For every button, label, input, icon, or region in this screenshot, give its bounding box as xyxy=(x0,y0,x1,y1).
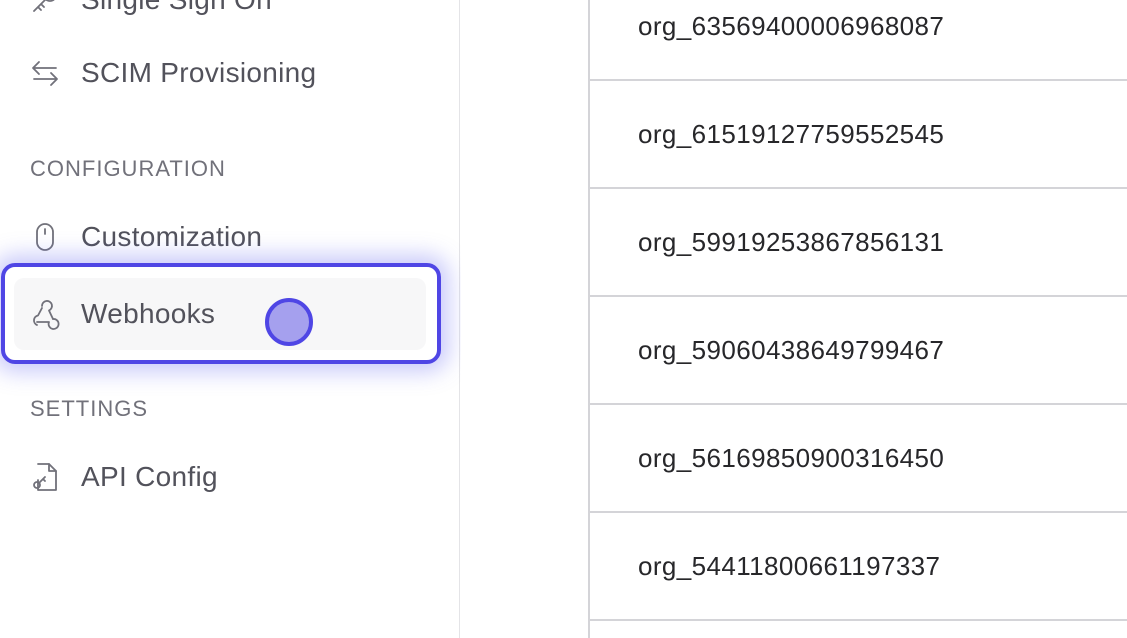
sidebar-item-scim-provisioning[interactable]: SCIM Provisioning xyxy=(14,37,426,109)
sidebar-item-label: Webhooks xyxy=(81,298,216,329)
table-gutter xyxy=(461,0,588,638)
org-id-cell: org_59060438649799467 xyxy=(638,334,945,365)
section-label-settings: SETTINGS xyxy=(30,396,149,421)
sidebar-item-single-sign-on[interactable]: Single Sign On xyxy=(14,0,426,36)
sidebar-item-webhooks[interactable]: Webhooks xyxy=(14,278,426,350)
org-id-cell: org_54411800661197337 xyxy=(638,550,941,581)
sidebar-item-label: Single Sign On xyxy=(81,0,272,16)
table-row[interactable]: org_59060438649799467 xyxy=(590,297,1127,405)
sidebar-item-label: API Config xyxy=(81,461,218,492)
cursor-indicator xyxy=(265,298,313,346)
key-icon xyxy=(28,0,62,17)
table-row[interactable]: org_61519127759552545 xyxy=(590,81,1127,189)
file-key-icon xyxy=(28,460,62,494)
table-row[interactable]: org_59919253867856131 xyxy=(590,189,1127,297)
mouse-icon xyxy=(28,220,62,254)
org-id-cell: org_56169850900316450 xyxy=(638,442,945,473)
sidebar-item-customization[interactable]: Customization xyxy=(14,201,426,273)
sidebar-item-label: Customization xyxy=(81,221,263,252)
organizations-table: org_63569400006968087 org_61519127759552… xyxy=(588,0,1127,638)
section-label-configuration: CONFIGURATION xyxy=(30,156,226,181)
table-row[interactable]: org_56169850900316450 xyxy=(590,405,1127,513)
arrows-exchange-icon xyxy=(28,56,62,90)
webhook-icon xyxy=(28,297,62,331)
table-row[interactable]: org_63569400006968087 xyxy=(590,0,1127,81)
sidebar-item-api-config[interactable]: API Config xyxy=(14,441,426,513)
sidebar: Single Sign On SCIM Provisioning CONFIGU… xyxy=(0,0,460,638)
sidebar-item-label: SCIM Provisioning xyxy=(81,57,317,88)
org-id-cell: org_61519127759552545 xyxy=(638,118,945,149)
org-id-cell: org_59919253867856131 xyxy=(638,226,945,257)
org-id-cell: org_63569400006968087 xyxy=(638,10,945,41)
table-row[interactable]: org_54411800661197337 xyxy=(590,513,1127,621)
